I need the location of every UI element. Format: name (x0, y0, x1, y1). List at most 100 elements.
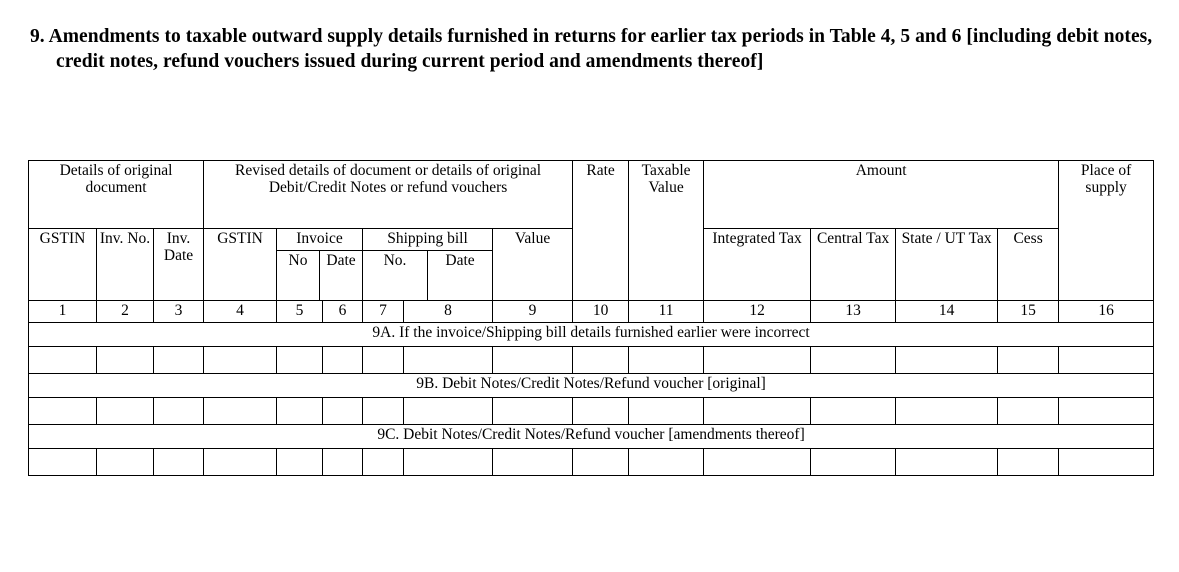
cell-9b-16[interactable] (1058, 397, 1155, 425)
header-cess: Cess (997, 228, 1060, 301)
cell-9a-4[interactable] (203, 346, 278, 374)
col-number-13: 13 (810, 300, 897, 323)
header-details-of-original-document: Details of original document (27, 160, 205, 229)
data-row-9b[interactable] (28, 397, 1155, 425)
header-taxable-value: Taxable Value (628, 160, 705, 301)
header-inv-no: Inv. No. (96, 228, 154, 301)
cell-9b-11[interactable] (628, 397, 705, 425)
header-shipping-bill-group: Shipping bill No. Date (362, 228, 494, 301)
header-value: Value (492, 228, 574, 301)
cell-9a-7[interactable] (362, 346, 405, 374)
section-label-9b: 9B. Debit Notes/Credit Notes/Refund vouc… (27, 373, 1155, 398)
cell-9a-12[interactable] (703, 346, 812, 374)
header-invoice: Invoice (277, 229, 362, 251)
cell-9a-9[interactable] (492, 346, 574, 374)
header-amount: Amount (703, 160, 1060, 229)
cell-9b-10[interactable] (572, 397, 630, 425)
cell-9a-10[interactable] (572, 346, 630, 374)
cell-9c-13[interactable] (810, 448, 897, 476)
section-row-9a: 9A. If the invoice/Shipping bill details… (27, 322, 1155, 347)
col-number-5: 5 (276, 300, 324, 323)
cell-9b-3[interactable] (152, 397, 205, 425)
cell-9c-14[interactable] (895, 448, 999, 476)
cell-9b-15[interactable] (997, 397, 1060, 425)
header-inv-date: Inv. Date (152, 228, 205, 301)
page-title: 9. Amendments to taxable outward supply … (30, 26, 1153, 72)
header-gstin-revised: GSTIN (203, 228, 278, 301)
cell-9c-6[interactable] (322, 448, 364, 476)
section-row-9b: 9B. Debit Notes/Credit Notes/Refund vouc… (27, 373, 1155, 398)
cell-9b-9[interactable] (492, 397, 574, 425)
cell-9b-6[interactable] (322, 397, 364, 425)
header-integrated-tax: Integrated Tax (703, 228, 812, 301)
table-header-row-groups: Details of original document Revised det… (27, 160, 1155, 301)
cell-9b-12[interactable] (703, 397, 812, 425)
cell-9c-15[interactable] (997, 448, 1060, 476)
cell-9a-14[interactable] (895, 346, 999, 374)
header-invoice-group: Invoice No Date (276, 228, 364, 301)
header-gstin-original: GSTIN (28, 228, 97, 301)
col-number-8: 8 (403, 300, 494, 323)
section-row-9c: 9C. Debit Notes/Credit Notes/Refund vouc… (27, 424, 1155, 449)
cell-9b-8[interactable] (403, 397, 494, 425)
col-number-1: 1 (28, 300, 97, 323)
col-number-15: 15 (997, 300, 1060, 323)
col-number-7: 7 (362, 300, 405, 323)
cell-9b-13[interactable] (810, 397, 897, 425)
cell-9b-5[interactable] (276, 397, 324, 425)
header-state-ut-tax: State / UT Tax (895, 228, 999, 301)
cell-9b-7[interactable] (362, 397, 405, 425)
cell-9a-8[interactable] (403, 346, 494, 374)
col-number-11: 11 (628, 300, 705, 323)
cell-9a-11[interactable] (628, 346, 705, 374)
cell-9c-12[interactable] (703, 448, 812, 476)
col-number-4: 4 (203, 300, 278, 323)
cell-9c-5[interactable] (276, 448, 324, 476)
cell-9c-8[interactable] (403, 448, 494, 476)
cell-9c-2[interactable] (96, 448, 154, 476)
cell-9c-1[interactable] (28, 448, 97, 476)
header-place-of-supply: Place of supply (1058, 160, 1155, 301)
cell-9c-3[interactable] (152, 448, 205, 476)
cell-9b-2[interactable] (96, 397, 154, 425)
cell-9a-2[interactable] (96, 346, 154, 374)
amendments-table-wrapper: Details of original document Revised det… (27, 160, 1155, 476)
cell-9a-5[interactable] (276, 346, 324, 374)
col-number-6: 6 (322, 300, 364, 323)
table-column-number-row: 1 2 3 4 5 6 7 8 9 10 11 12 13 14 15 16 (28, 300, 1155, 323)
col-number-16: 16 (1058, 300, 1155, 323)
amendments-table: Details of original document Revised det… (27, 160, 1155, 476)
cell-9a-13[interactable] (810, 346, 897, 374)
cell-9a-1[interactable] (28, 346, 97, 374)
header-rate: Rate (572, 160, 630, 301)
header-shipping-date: Date (445, 252, 475, 269)
section-label-9a: 9A. If the invoice/Shipping bill details… (27, 322, 1155, 347)
section-label-9c: 9C. Debit Notes/Credit Notes/Refund vouc… (27, 424, 1155, 449)
header-revised-details: Revised details of document or details o… (203, 160, 574, 229)
header-shipping-no: No. (363, 250, 429, 300)
cell-9a-3[interactable] (152, 346, 205, 374)
cell-9a-6[interactable] (322, 346, 364, 374)
cell-9c-4[interactable] (203, 448, 278, 476)
cell-9c-16[interactable] (1058, 448, 1155, 476)
col-number-3: 3 (152, 300, 205, 323)
header-shipping-bill: Shipping bill (363, 229, 492, 251)
cell-9a-15[interactable] (997, 346, 1060, 374)
cell-9a-16[interactable] (1058, 346, 1155, 374)
header-central-tax: Central Tax (810, 228, 897, 301)
cell-9c-9[interactable] (492, 448, 574, 476)
cell-9c-7[interactable] (362, 448, 405, 476)
header-invoice-no: No (277, 250, 321, 300)
col-number-9: 9 (492, 300, 574, 323)
cell-9b-14[interactable] (895, 397, 999, 425)
cell-9b-4[interactable] (203, 397, 278, 425)
header-invoice-date: Date (326, 252, 356, 269)
col-number-14: 14 (895, 300, 999, 323)
data-row-9a[interactable] (28, 346, 1155, 374)
col-number-2: 2 (96, 300, 154, 323)
cell-9c-10[interactable] (572, 448, 630, 476)
col-number-12: 12 (703, 300, 812, 323)
cell-9b-1[interactable] (28, 397, 97, 425)
data-row-9c[interactable] (28, 448, 1155, 476)
cell-9c-11[interactable] (628, 448, 705, 476)
